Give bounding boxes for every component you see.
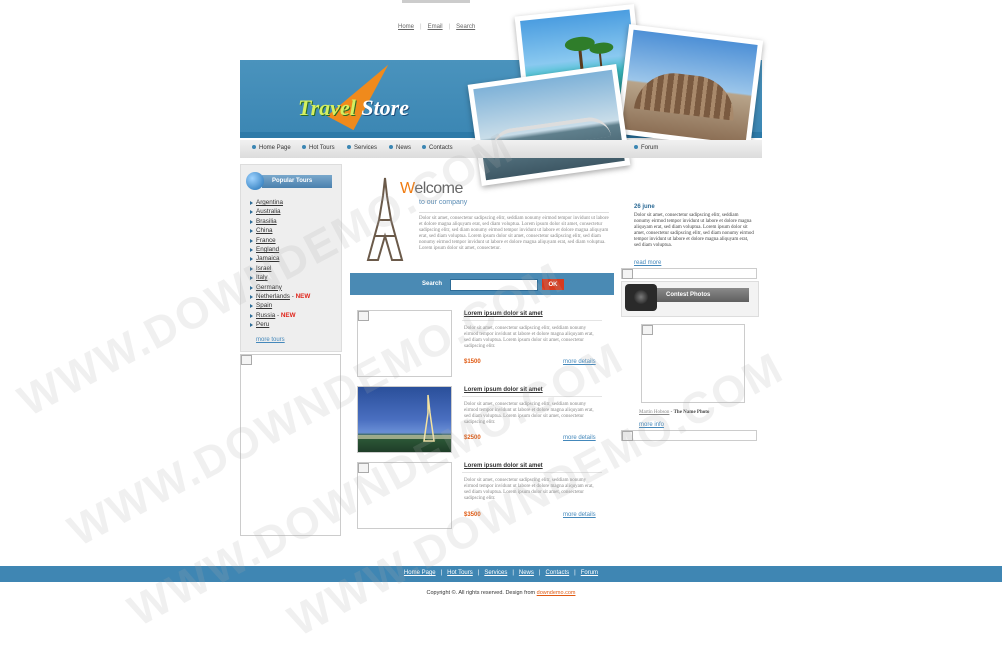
camera-icon [625, 284, 657, 311]
nav-bullet-icon [252, 145, 256, 150]
nav-forum[interactable]: Forum [634, 145, 658, 151]
top-links: Home | Email | Search [398, 24, 476, 30]
tour-more-details-link[interactable]: more details [563, 512, 596, 518]
country-link[interactable]: China [256, 227, 272, 234]
banner-image-box [621, 268, 757, 279]
nav-bullet-icon [347, 145, 351, 150]
welcome-text: Dolor sit amet, consectetur sadipscing e… [419, 216, 609, 251]
footer-link-hot-tours[interactable]: Hot Tours [447, 570, 473, 576]
nav-services[interactable]: Services [347, 145, 377, 151]
nav-bullet-icon [389, 145, 393, 150]
broken-image-icon [241, 355, 252, 365]
nav-home-page[interactable]: Home Page [252, 145, 291, 151]
logo-store: Store [361, 95, 410, 120]
read-more-link[interactable]: read more [634, 260, 661, 266]
globe-icon [246, 172, 264, 190]
nav-bullet-icon [302, 145, 306, 150]
design-link[interactable]: downdemo.com [537, 590, 576, 596]
country-link[interactable]: Argentina [256, 199, 283, 206]
tour-price: $1500 [464, 359, 481, 365]
country-link[interactable]: Australia [256, 208, 281, 215]
top-link-search[interactable]: Search [456, 24, 475, 30]
list-item: Argentina [250, 198, 310, 207]
list-item: Brasilia [250, 217, 310, 226]
footer-links: Home Page | Hot Tours | Services | News | Contac… [403, 570, 599, 576]
photo-colosseum [615, 24, 764, 150]
country-link[interactable]: Russia [256, 312, 275, 319]
broken-image-icon [622, 269, 633, 279]
list-item: Australia [250, 207, 310, 216]
nav-news[interactable]: News [389, 145, 411, 151]
list-item: Russia - NEW [250, 311, 310, 320]
nav-hot-tours[interactable]: Hot Tours [302, 145, 335, 151]
search-label: Search [422, 281, 443, 287]
site-logo[interactable]: Travel Store [298, 95, 409, 121]
footer-link-services[interactable]: Services [484, 570, 507, 576]
footer-link-news[interactable]: News [519, 570, 534, 576]
country-link[interactable]: Peru [256, 321, 269, 328]
country-link[interactable]: Brasilia [256, 218, 277, 225]
top-link-home[interactable]: Home [398, 24, 414, 30]
nav-bullet-icon [634, 145, 638, 150]
broken-image-icon [358, 311, 369, 321]
more-tours-link[interactable]: more tours [256, 337, 285, 343]
popular-tours-title: Popular Tours [262, 175, 332, 188]
new-badge: NEW [280, 311, 296, 319]
logo-travel: Travel [298, 95, 356, 120]
news-text: Dolor sit amet, consectetur sadipscing e… [634, 213, 754, 248]
new-badge: NEW [295, 293, 311, 301]
news-date: 26 june [634, 204, 655, 210]
contest-photos-title: Contest Photos [656, 288, 749, 302]
divider [419, 212, 609, 213]
nav-bullet-icon [422, 145, 426, 150]
footer-link-forum[interactable]: Forum [581, 570, 598, 576]
list-item: Peru [250, 320, 310, 329]
top-link-email[interactable]: Email [428, 24, 443, 30]
broken-image-icon [642, 325, 653, 335]
footer-link-contacts[interactable]: Contacts [545, 570, 569, 576]
top-decoration-bar [402, 0, 470, 3]
